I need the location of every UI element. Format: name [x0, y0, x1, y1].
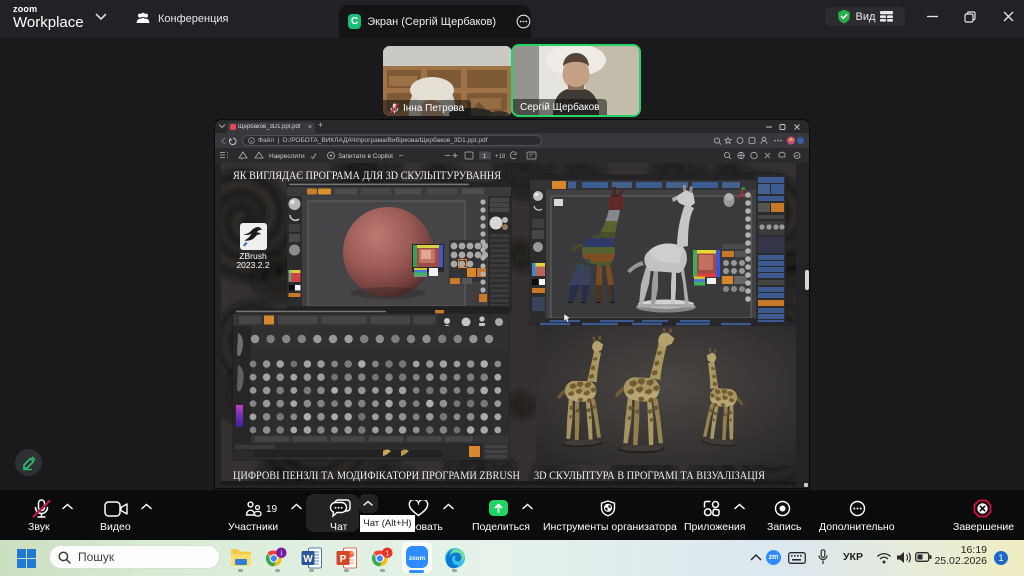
- svg-text:ЯК ВИГЛЯДАЄ ПРОГРАМА ДЛЯ 3D СК: ЯК ВИГЛЯДАЄ ПРОГРАМА ДЛЯ 3D СКУЛЬПТУРУВА…: [233, 168, 501, 182]
- svg-text:ЦИФРОВІ ПЕНЗЛІ ТА МОДИФІКАТОРИ: ЦИФРОВІ ПЕНЗЛІ ТА МОДИФІКАТОРИ ПРОГРАМИ …: [233, 468, 520, 482]
- svg-text:2023.2.2: 2023.2.2: [236, 260, 269, 270]
- svg-text:Запитати в Copilot: Запитати в Copilot: [338, 153, 393, 160]
- svg-text:W: W: [303, 554, 313, 565]
- svg-text:zoom: zoom: [409, 555, 426, 562]
- svg-text:3D СКУЛЬПТУРА В ПРОГРАМІ ТА ВІ: 3D СКУЛЬПТУРА В ПРОГРАМІ ТА ВІЗУАЛІЗАЦІЯ: [534, 468, 765, 482]
- svg-text:P: P: [340, 554, 347, 565]
- svg-text:1: 1: [385, 550, 389, 557]
- svg-text:Накреслити: Накреслити: [269, 153, 305, 160]
- svg-text:+18: +18: [495, 154, 506, 160]
